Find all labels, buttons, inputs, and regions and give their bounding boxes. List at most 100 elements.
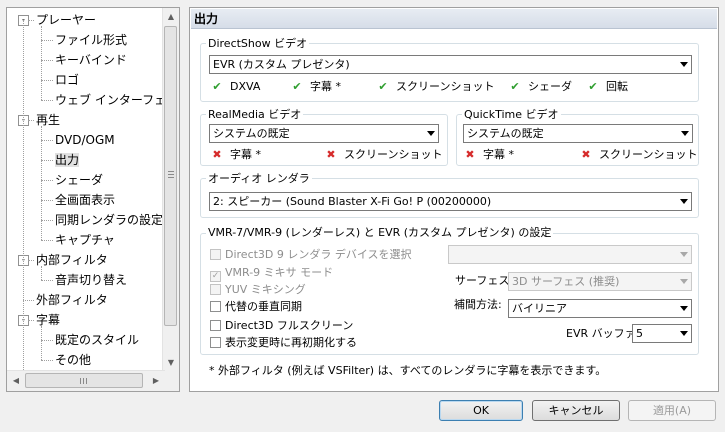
page-title: 出力: [191, 9, 717, 29]
tree-item[interactable]: 再生: [36, 110, 60, 130]
evr-buffer-value: 5: [636, 327, 643, 340]
scroll-up-icon[interactable]: ▲: [163, 9, 179, 25]
renderer-feature: ✔ シェーダ: [508, 80, 572, 94]
scrollbar-thumb[interactable]: [25, 373, 143, 388]
realmedia-renderer-select[interactable]: システムの既定: [209, 124, 439, 143]
tree-item-label: シェーダ: [55, 173, 104, 187]
tree-item-label: 再生: [36, 113, 61, 127]
vmr-option-label: 表示変更時に再初期化する: [225, 336, 357, 349]
vmr-option-checkbox[interactable]: Direct3D 9 レンダラ デバイスを選択: [210, 248, 412, 261]
vmr-option-checkbox[interactable]: ✓ VMR-9 ミキサ モード: [210, 266, 333, 282]
red-x-icon: ✖: [465, 148, 475, 161]
chevron-down-icon: [680, 252, 688, 257]
tree-item[interactable]: 全画面表示: [55, 190, 115, 210]
tree-item-label: プレーヤー: [36, 13, 97, 27]
tree-item[interactable]: DVD/OGM: [55, 130, 115, 150]
tree-item-label: 外部フィルタ: [36, 293, 108, 307]
tree-item[interactable]: ウェブ インターフェ: [55, 90, 165, 110]
renderer-feature: ✔ スクリーンショット: [376, 80, 494, 94]
renderer-feature-label: 回転: [606, 80, 628, 93]
vmr-option-checkbox[interactable]: 表示変更時に再初期化する: [210, 336, 357, 349]
tree-item[interactable]: 出力: [55, 150, 80, 170]
vmr-option-label: YUV ミキシング: [225, 283, 306, 296]
checkbox-icon[interactable]: [210, 249, 221, 260]
checkbox-icon[interactable]: [210, 284, 221, 295]
tree-item[interactable]: 字幕: [36, 310, 60, 330]
checkbox-icon[interactable]: [210, 337, 221, 348]
tree-item-label: その他: [55, 353, 92, 367]
interpolation-select[interactable]: バイリニア: [508, 299, 692, 318]
directshow-renderer-select[interactable]: EVR (カスタム プレゼンタ): [209, 55, 692, 74]
tree-item[interactable]: 同期レンダラの設定: [55, 210, 163, 230]
tree-item[interactable]: 既定のスタイル: [55, 330, 139, 350]
vmr-evr-settings-title: VMR-7/VMR-9 (レンダーレス) と EVR (カスタム プレゼンタ) …: [206, 226, 554, 239]
quicktime-group-title: QuickTime ビデオ: [462, 108, 561, 121]
audio-renderer-group-title: オーディオ レンダラ: [206, 172, 312, 185]
tree-item[interactable]: ロゴ: [55, 70, 79, 90]
chevron-down-icon: [680, 279, 688, 284]
checkbox-icon[interactable]: [210, 320, 221, 331]
checkbox-icon[interactable]: [210, 301, 221, 312]
scrollbar-thumb[interactable]: [164, 26, 177, 326]
renderer-feature: ✖ 字幕 *: [463, 148, 514, 162]
renderer-feature: ✖ 字幕 *: [210, 148, 261, 162]
vmr-option-label: Direct3D 9 レンダラ デバイスを選択: [225, 248, 412, 261]
tree-item-label: 同期レンダラの設定: [55, 213, 164, 227]
tree-horizontal-scrollbar[interactable]: ◀ ▶: [7, 370, 165, 391]
tree-item[interactable]: 音声切り替え: [55, 270, 127, 290]
tree-item-label: キーバインド: [55, 53, 127, 67]
tree-item[interactable]: プレーヤー: [36, 10, 96, 30]
quicktime-renderer-select[interactable]: システムの既定: [463, 124, 693, 143]
directshow-renderer-value: EVR (カスタム プレゼンタ): [213, 58, 350, 71]
surface-value: 3D サーフェス (推奨): [512, 275, 620, 288]
renderer-feature: ✖ スクリーンショット: [579, 148, 697, 162]
green-check-icon: ✔: [378, 80, 388, 93]
tree-item[interactable]: シェーダ: [55, 170, 103, 190]
renderer-feature-label: DXVA: [230, 80, 261, 93]
chevron-down-icon: [680, 62, 688, 67]
d3d-device-select[interactable]: [448, 245, 692, 264]
directshow-group-title: DirectShow ビデオ: [206, 37, 310, 50]
tree-item[interactable]: ファイル形式: [55, 30, 127, 50]
audio-renderer-value: 2: スピーカー (Sound Blaster X-Fi Go! P (0020…: [213, 195, 492, 208]
scroll-left-icon[interactable]: ◀: [8, 373, 24, 389]
tree-item[interactable]: 外部フィルタ: [36, 290, 108, 310]
tree-item[interactable]: キーバインド: [55, 50, 127, 70]
vmr-option-checkbox[interactable]: YUV ミキシング: [210, 283, 306, 296]
vmr-option-label: Direct3D フルスクリーン: [225, 319, 354, 332]
settings-tree[interactable]: - プレーヤー ファイル形式 キーバインド ロゴ ウェブ インターフェ - 再生 DVD/OGM…: [6, 7, 180, 392]
apply-button[interactable]: 適用(A): [628, 400, 716, 421]
renderer-feature: ✔ DXVA: [210, 80, 260, 94]
renderer-feature: ✔ 字幕 *: [290, 80, 341, 94]
surface-select[interactable]: 3D サーフェス (推奨): [508, 272, 692, 291]
interpolation-label: 補間方法:: [454, 298, 502, 311]
realmedia-group-title: RealMedia ビデオ: [206, 108, 304, 121]
scroll-right-icon[interactable]: ▶: [148, 373, 164, 389]
settings-page: 出力 DirectShow ビデオ EVR (カスタム プレゼンタ) RealM…: [189, 7, 719, 392]
renderer-feature-label: シェーダ: [528, 80, 572, 93]
renderer-feature: ✖ スクリーンショット: [324, 148, 442, 162]
tree-item-label: キャプチャ: [55, 233, 115, 247]
tree-item-label: 字幕: [36, 313, 61, 327]
evr-buffer-label: EVR バッファ:: [566, 327, 640, 340]
tree-item[interactable]: キャプチャ: [55, 230, 115, 250]
checkbox-checked-icon[interactable]: ✓: [210, 271, 221, 282]
tree-vertical-scrollbar[interactable]: ▲ ▼: [162, 8, 179, 372]
vmr-option-checkbox[interactable]: 代替の垂直同期: [210, 300, 302, 313]
tree-item[interactable]: その他: [55, 350, 91, 370]
ok-button[interactable]: OK: [439, 400, 523, 421]
tree-item-label: ウェブ インターフェ: [55, 93, 165, 107]
red-x-icon: ✖: [326, 148, 336, 161]
audio-renderer-select[interactable]: 2: スピーカー (Sound Blaster X-Fi Go! P (0020…: [209, 192, 692, 211]
tree-item-label: ファイル形式: [55, 33, 128, 47]
tree-item-label: 音声切り替え: [55, 273, 128, 287]
vmr-option-checkbox[interactable]: Direct3D フルスクリーン: [210, 319, 353, 332]
evr-buffer-select[interactable]: 5: [632, 324, 692, 343]
cancel-button[interactable]: キャンセル: [532, 400, 620, 421]
scroll-down-icon[interactable]: ▼: [163, 355, 179, 371]
subtitle-footnote: * 外部フィルタ (例えば VSFilter) は、すべてのレンダラに字幕を表示…: [209, 364, 607, 377]
red-x-icon: ✖: [212, 148, 222, 161]
chevron-down-icon: [680, 331, 688, 336]
tree-view[interactable]: - プレーヤー ファイル形式 キーバインド ロゴ ウェブ インターフェ - 再生 DVD/OGM…: [7, 8, 165, 372]
tree-item[interactable]: 内部フィルタ: [36, 250, 108, 270]
